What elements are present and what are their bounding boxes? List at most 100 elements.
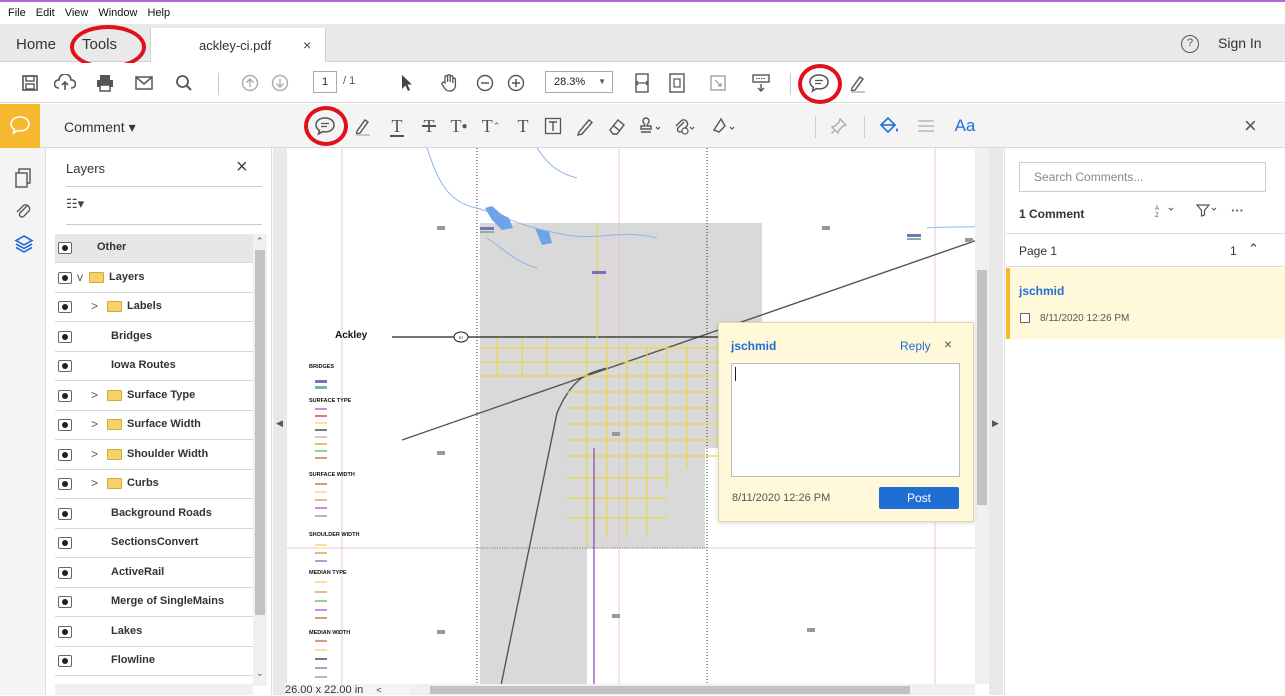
comment-card[interactable] — [1006, 268, 1285, 339]
visibility-eye-icon[interactable] — [58, 448, 72, 461]
select-cursor-icon[interactable] — [396, 71, 418, 95]
layer-row[interactable]: Iowa Routes — [55, 352, 253, 381]
filter-comments-icon[interactable] — [1195, 203, 1218, 220]
left-panel-collapse-handle[interactable]: ◀ — [273, 148, 287, 695]
menu-edit[interactable]: Edit — [32, 7, 61, 19]
highlight-pen-icon[interactable] — [846, 71, 870, 95]
add-text-icon[interactable]: T — [512, 114, 534, 138]
layers-options-icon[interactable]: ☷▾ — [66, 196, 84, 212]
line-weight-icon[interactable] — [915, 114, 937, 138]
visibility-eye-icon[interactable] — [58, 655, 72, 667]
menu-file[interactable]: File — [4, 7, 32, 19]
scroll-down-icon[interactable]: ⌄ — [256, 668, 264, 679]
visibility-eye-icon[interactable] — [58, 507, 72, 520]
email-icon[interactable] — [132, 71, 156, 95]
comment-menu[interactable]: Comment ▾ — [64, 119, 136, 136]
visibility-eye-icon[interactable] — [58, 478, 72, 490]
chevron-right-icon[interactable]: > — [91, 447, 98, 461]
layer-row[interactable]: > Surface Width — [55, 411, 253, 440]
text-box-icon[interactable] — [542, 114, 564, 138]
document-vertical-scrollbar-thumb[interactable] — [977, 270, 987, 505]
collapse-page-icon[interactable]: ⌃ — [1248, 241, 1259, 257]
attachments-icon[interactable] — [14, 200, 32, 225]
tab-document[interactable]: ackley-ci.pdf × — [150, 28, 326, 62]
layer-row[interactable]: Flowline — [55, 647, 253, 676]
document-horizontal-scrollbar-thumb[interactable] — [430, 686, 910, 694]
visibility-eye-icon[interactable] — [58, 389, 72, 402]
page-thumbnails-icon[interactable] — [14, 168, 32, 193]
sort-comments-icon[interactable]: AZ — [1155, 203, 1177, 220]
visibility-eye-icon[interactable] — [58, 271, 72, 284]
visibility-eye-icon[interactable] — [58, 301, 72, 313]
close-comment-toolbar-icon[interactable]: × — [1244, 113, 1257, 139]
chevron-right-icon[interactable]: > — [91, 476, 98, 490]
popup-reply-link[interactable]: Reply — [900, 339, 931, 353]
comment-text-input[interactable] — [731, 363, 960, 477]
insert-text-icon[interactable]: T ⌃ — [478, 114, 504, 138]
underline-text-icon[interactable]: T — [386, 114, 408, 138]
visibility-eye-icon[interactable] — [58, 419, 72, 431]
hand-tool-icon[interactable] — [437, 71, 461, 95]
visibility-eye-icon[interactable] — [58, 360, 72, 372]
sign-in-link[interactable]: Sign In — [1218, 35, 1262, 51]
layer-row[interactable]: Lakes — [55, 618, 253, 647]
eraser-icon[interactable] — [606, 114, 628, 138]
stamp-icon[interactable] — [638, 114, 666, 138]
fit-width-icon[interactable] — [631, 71, 653, 95]
chevron-down-icon[interactable]: v — [77, 270, 83, 284]
popup-close-icon[interactable]: × — [944, 336, 952, 352]
replace-text-icon[interactable]: T ● — [446, 114, 472, 138]
menu-help[interactable]: Help — [143, 7, 176, 19]
help-icon[interactable]: ? — [1181, 35, 1199, 53]
fit-page-icon[interactable] — [666, 71, 688, 95]
right-panel-collapse-handle[interactable]: ▶ — [989, 148, 1003, 695]
strikethrough-text-icon[interactable]: T — [418, 114, 440, 138]
text-properties-icon[interactable]: Aa — [951, 114, 979, 138]
layer-row[interactable]: Merge of SingleMains — [55, 588, 253, 617]
tab-home[interactable]: Home — [16, 36, 56, 53]
highlight-text-icon[interactable] — [352, 114, 374, 138]
layer-row[interactable]: Background Roads — [55, 500, 253, 529]
layer-row[interactable]: Bridges — [55, 323, 253, 352]
layer-row[interactable]: SectionsConvert — [55, 529, 253, 558]
layer-row[interactable]: > Labels — [55, 293, 253, 322]
close-layers-panel-icon[interactable]: × — [236, 156, 248, 179]
shapes-icon[interactable] — [710, 114, 740, 138]
visibility-eye-icon[interactable] — [58, 625, 72, 638]
scroll-mode-icon[interactable] — [749, 71, 773, 95]
layers-scrollbar-thumb[interactable] — [255, 250, 265, 615]
scroll-up-icon[interactable]: ⌃ — [256, 236, 264, 247]
menu-view[interactable]: View — [61, 7, 95, 19]
cloud-upload-icon[interactable] — [52, 71, 78, 95]
visibility-eye-icon[interactable] — [58, 242, 72, 254]
previous-page-icon[interactable] — [238, 71, 262, 95]
post-button[interactable]: Post — [879, 487, 959, 509]
layer-row[interactable]: v Layers — [55, 264, 253, 293]
visibility-eye-icon[interactable] — [58, 596, 72, 608]
chevron-right-icon[interactable]: > — [91, 417, 98, 431]
layers-icon[interactable] — [14, 234, 34, 259]
comment-checkbox[interactable] — [1020, 313, 1030, 323]
layer-row[interactable]: ActiveRail — [55, 559, 253, 588]
visibility-eye-icon[interactable] — [58, 330, 72, 343]
pencil-icon[interactable] — [574, 114, 596, 138]
search-comments-input[interactable]: Search Comments... — [1019, 162, 1266, 192]
layer-row[interactable]: > Surface Type — [55, 382, 253, 411]
zoom-in-icon[interactable] — [505, 71, 527, 95]
comments-page-label[interactable]: Page 1 — [1019, 244, 1057, 258]
layer-row[interactable]: > Shoulder Width — [55, 441, 253, 470]
more-options-icon[interactable]: ··· — [1231, 203, 1244, 218]
zoom-out-icon[interactable] — [474, 71, 496, 95]
layer-row[interactable]: > Curbs — [55, 470, 253, 499]
full-screen-icon[interactable] — [707, 71, 729, 95]
fill-color-icon[interactable] — [876, 114, 902, 138]
pin-icon[interactable] — [828, 114, 850, 138]
comment-tool-icon[interactable] — [0, 104, 40, 148]
next-page-icon[interactable] — [268, 71, 292, 95]
visibility-eye-icon[interactable] — [58, 566, 72, 579]
menu-window[interactable]: Window — [94, 7, 143, 19]
attach-file-icon[interactable] — [672, 114, 700, 138]
close-tab-icon[interactable]: × — [303, 37, 311, 53]
save-icon[interactable] — [18, 71, 42, 95]
search-icon[interactable] — [172, 71, 196, 95]
